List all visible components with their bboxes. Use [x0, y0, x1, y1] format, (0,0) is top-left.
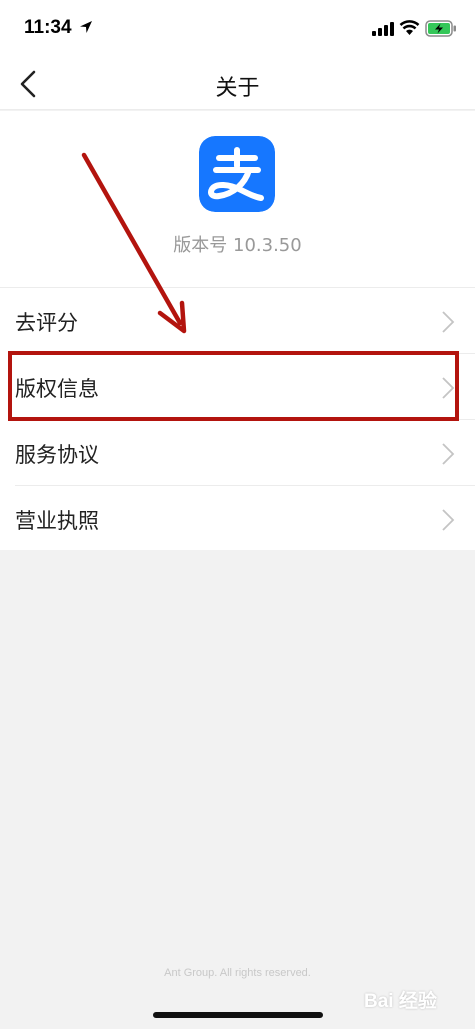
status-bar: 11:34: [0, 0, 475, 58]
menu-item-service-agreement[interactable]: 服务协议: [0, 420, 475, 486]
location-arrow-icon: [80, 21, 92, 33]
chevron-right-icon: [442, 311, 455, 333]
battery-charging-icon: [425, 20, 456, 37]
page-title: 关于: [215, 76, 260, 101]
menu-item-label: 服务协议: [15, 443, 99, 467]
menu-item-business-license[interactable]: 营业执照: [0, 486, 475, 552]
annotation-arrow-icon: [81, 152, 187, 334]
menu-item-label: 去评分: [15, 311, 78, 335]
alipay-logo-icon: [199, 136, 275, 212]
status-time: 11:34: [24, 17, 72, 38]
copyright-footer: Ant Group. All rights reserved.: [164, 967, 311, 979]
watermark: Bai 经验: [364, 991, 437, 1012]
navigation-bar: 关于: [0, 58, 475, 110]
home-indicator[interactable]: [153, 1012, 323, 1018]
chevron-right-icon: [442, 509, 455, 531]
wifi-icon: [399, 20, 420, 35]
highlight-box: [8, 351, 459, 421]
menu-item-label: 营业执照: [15, 509, 99, 533]
cellular-signal-icon: [372, 22, 394, 36]
chevron-right-icon: [442, 443, 455, 465]
